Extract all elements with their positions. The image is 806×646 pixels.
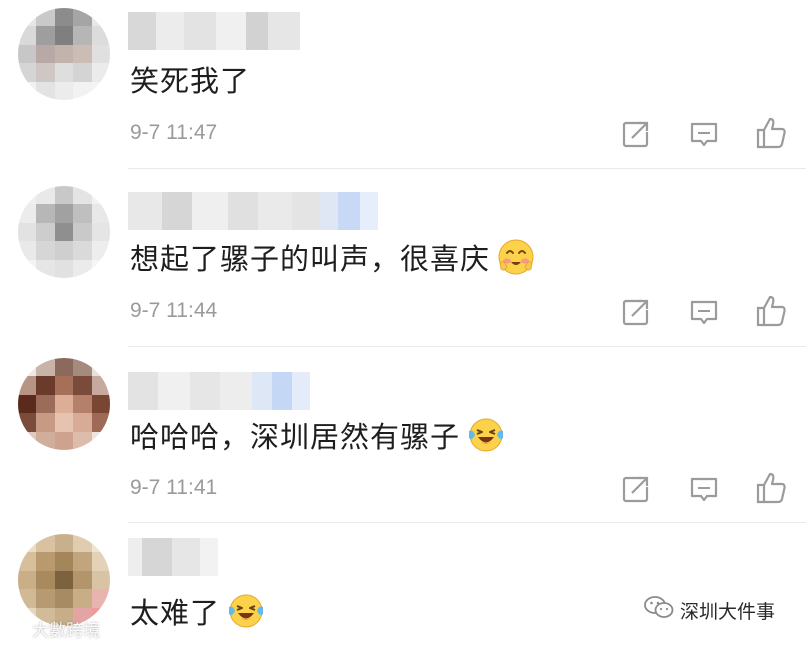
wechat-icon: [644, 595, 674, 626]
avatar[interactable]: [18, 534, 110, 626]
watermark-right: 深圳大件事: [644, 595, 775, 626]
comment-time: 9-7 11:44: [130, 299, 218, 322]
comment-text: 哈哈哈，深圳居然有骡子: [130, 414, 504, 456]
avatar[interactable]: [18, 186, 110, 278]
thumbs-up-icon[interactable]: [755, 116, 787, 149]
comment-text: 想起了骡子的叫声，很喜庆: [130, 236, 534, 278]
divider: [128, 522, 806, 523]
watermark-logo-icon: [6, 616, 28, 641]
share-icon[interactable]: [620, 296, 652, 328]
username-blurred: [128, 12, 300, 50]
comment-text: 太难了: [130, 590, 264, 632]
comment-icon[interactable]: [688, 118, 720, 150]
thumbs-up-icon[interactable]: [755, 471, 787, 504]
divider: [128, 346, 806, 347]
share-icon[interactable]: [620, 473, 652, 505]
laughing-tears-emoji: [228, 593, 264, 629]
watermark-left: 大數跨境: [6, 616, 100, 641]
username-blurred: [128, 538, 218, 576]
comment-icon[interactable]: [688, 473, 720, 505]
avatar[interactable]: [18, 8, 110, 100]
blushing-smile-emoji: [498, 239, 534, 275]
laughing-tears-emoji: [468, 417, 504, 453]
thumbs-up-icon[interactable]: [755, 294, 787, 327]
avatar[interactable]: [18, 358, 110, 450]
divider: [128, 168, 806, 169]
comment-time: 9-7 11:41: [130, 476, 218, 499]
share-icon[interactable]: [620, 118, 652, 150]
username-blurred: [128, 192, 378, 230]
username-blurred: [128, 372, 310, 410]
comment-text: 笑死我了: [130, 64, 251, 98]
comment-time: 9-7 11:47: [130, 121, 218, 144]
comment-icon[interactable]: [688, 296, 720, 328]
